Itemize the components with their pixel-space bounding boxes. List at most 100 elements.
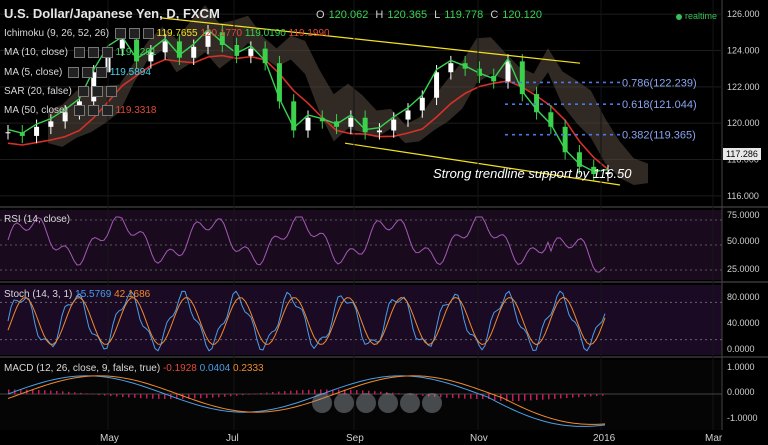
macd-hist-bar	[260, 393, 262, 395]
stoch-d-value: 42.1686	[114, 289, 151, 300]
macd-hist-bar	[440, 394, 442, 398]
playback-button	[334, 393, 354, 413]
stoch-tick-label: 0.0000	[727, 344, 755, 354]
macd-hist-bar	[470, 394, 472, 399]
ma50-label: MA (50, close)	[4, 105, 68, 117]
ma5-label: MA (5, close)	[4, 67, 63, 79]
macd-hist-bar	[290, 390, 292, 395]
macd-hist-bar	[164, 394, 166, 399]
macd-hist-bar	[224, 394, 226, 397]
candle-body	[162, 41, 168, 53]
close-value: 120.120	[502, 9, 543, 21]
macd-hist-bar	[518, 394, 520, 401]
macd-hist-bar	[140, 394, 142, 399]
candle-body	[391, 119, 397, 131]
close-icon[interactable]	[105, 86, 117, 97]
ma50-legend[interactable]: MA (50, close) 119.3318	[4, 105, 156, 116]
rsi-tick-label: 25.0000	[727, 264, 760, 274]
macd-hist-bar	[44, 390, 46, 395]
eye-icon[interactable]	[68, 67, 80, 78]
macd-hist-bar	[134, 394, 136, 398]
macd-hist-bar	[452, 394, 454, 399]
gear-icon[interactable]	[128, 28, 140, 39]
gear-icon[interactable]	[87, 47, 99, 58]
close-icon[interactable]	[142, 28, 154, 39]
fib-label: 0.382(119.365)	[622, 130, 696, 142]
ma10-label: MA (10, close)	[4, 47, 68, 59]
rsi-tick-label: 75.0000	[727, 210, 760, 220]
macd-legend[interactable]: MACD (12, 26, close, 9, false, true) -0.…	[4, 363, 264, 374]
chart-title: U.S. Dollar/Japanese Yen, D, FXCM	[4, 6, 220, 21]
eye-icon[interactable]	[77, 86, 89, 97]
macd-hist-bar	[512, 394, 514, 402]
macd-hist-bar	[110, 394, 112, 397]
macd-hist-bar	[38, 389, 40, 395]
eye-icon[interactable]	[73, 105, 85, 116]
macd-hist-bar	[116, 394, 118, 397]
gear-icon[interactable]	[91, 86, 103, 97]
ma5-value: 119.5894	[109, 67, 151, 79]
live-dot-icon	[676, 13, 682, 20]
candle-body	[434, 72, 440, 98]
ichimoku-chikou-value: 119.0190	[244, 28, 286, 40]
low-key: L	[434, 9, 441, 21]
macd-tick-label: 0.0000	[727, 387, 755, 397]
eye-icon[interactable]	[114, 28, 126, 39]
realtime-indicator: realtime	[676, 11, 717, 21]
close-icon[interactable]	[101, 47, 113, 58]
high-key: H	[375, 9, 384, 21]
macd-hist-bar	[422, 394, 424, 396]
macd-hist-bar	[602, 394, 604, 396]
x-tick-label: Nov	[470, 433, 488, 444]
eye-icon[interactable]	[73, 47, 85, 58]
gear-icon[interactable]	[87, 105, 99, 116]
rsi-legend[interactable]: RSI (14, close)	[4, 214, 70, 225]
macd-signal-value: 0.2333	[233, 363, 264, 374]
macd-hist-bar	[272, 392, 274, 395]
macd-hist-bar	[242, 394, 244, 396]
trendline-annotation: Strong trendline support by 116.50	[433, 166, 632, 181]
close-icon[interactable]	[96, 67, 108, 78]
macd-hist-bar	[254, 393, 256, 395]
open-value: 120.062	[328, 9, 369, 21]
ichimoku-tenkan-value: 119.7655	[156, 28, 198, 40]
ichimoku-span-value: 119.1990	[288, 28, 330, 40]
macd-hist-bar	[566, 394, 568, 399]
current-price-tag: 117.286	[723, 148, 761, 160]
rsi-label: RSI (14, close)	[4, 214, 71, 225]
macd-hist-bar	[212, 394, 214, 398]
ma10-legend[interactable]: MA (10, close) 119.9291	[4, 47, 156, 58]
macd-hist-bar	[356, 390, 358, 395]
sar-label: SAR (20, false)	[4, 86, 72, 98]
macd-hist-bar	[284, 391, 286, 395]
sar-legend[interactable]: SAR (20, false)	[4, 86, 117, 97]
macd-hist-bar	[98, 394, 100, 395]
chart-header: U.S. Dollar/Japanese Yen, D, FXCM	[4, 6, 220, 21]
candle-body	[348, 117, 354, 127]
macd-hist-bar	[158, 394, 160, 399]
y-tick-label: 124.000	[727, 45, 760, 55]
candle-body	[191, 46, 197, 58]
macd-hist-bar	[398, 393, 400, 395]
candle-body	[234, 45, 240, 56]
close-icon[interactable]	[101, 105, 113, 116]
gear-icon[interactable]	[82, 67, 94, 78]
macd-hist-bar	[584, 394, 586, 397]
macd-hist-bar	[104, 394, 106, 396]
macd-hist-bar	[590, 394, 592, 397]
ma5-legend[interactable]: MA (5, close) 119.5894	[4, 67, 151, 78]
macd-hist-bar	[536, 394, 538, 401]
macd-hist-bar	[314, 389, 316, 395]
candle-body	[5, 132, 11, 134]
stoch-tick-label: 40.0000	[727, 318, 760, 328]
rsi-tick-label: 50.0000	[727, 236, 760, 246]
macd-hist-bar	[596, 394, 598, 397]
ichimoku-legend[interactable]: Ichimoku (9, 26, 52, 26) 119.7655 120.17…	[4, 28, 330, 39]
macd-hist-bar	[374, 391, 376, 395]
candle-body	[405, 110, 411, 120]
y-tick-label: 122.000	[727, 82, 760, 92]
macd-hist-bar	[206, 394, 208, 398]
playback-button	[378, 393, 398, 413]
stoch-legend[interactable]: Stoch (14, 3, 1) 15.5769 42.1686	[4, 289, 150, 300]
x-tick-label: 2016	[593, 433, 616, 444]
